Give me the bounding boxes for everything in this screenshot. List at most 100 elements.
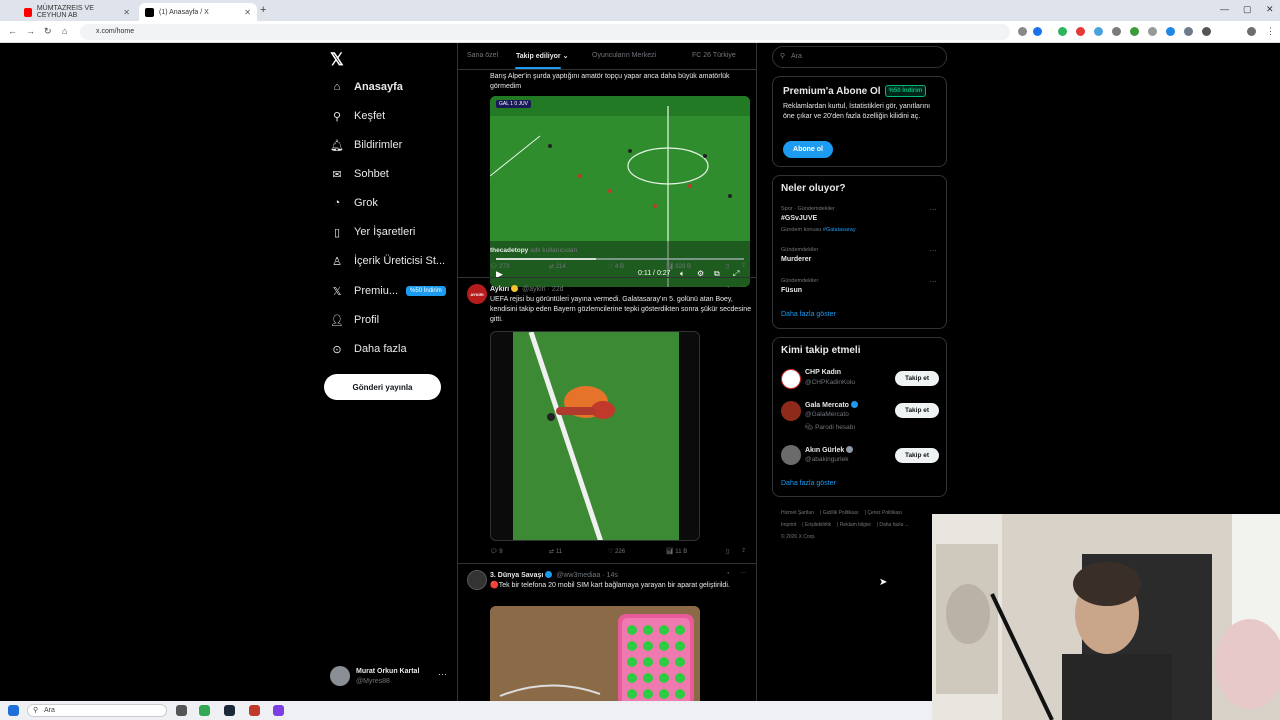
avatar[interactable] <box>781 445 801 465</box>
extension-icon[interactable] <box>1148 27 1157 36</box>
reply-button[interactable]: 💬︎ 9 <box>490 548 503 555</box>
share-icon[interactable]: ⇪ <box>741 547 746 554</box>
post-button[interactable]: Gönderi yayınla <box>324 374 441 400</box>
more-icon[interactable]: ··· <box>929 246 937 255</box>
more-icon[interactable]: ··· <box>740 570 746 576</box>
browser-tab-youtube[interactable]: MÜMTAZREIS VE CEYHUN AB ✕ <box>18 3 136 21</box>
chrome-icon[interactable] <box>199 705 210 716</box>
profile-avatar-icon[interactable] <box>1247 27 1256 36</box>
avatar[interactable] <box>467 570 487 590</box>
footer-link[interactable]: Gizlilik Politikası <box>823 510 859 516</box>
follow-name[interactable]: CHP Kadın <box>805 369 841 376</box>
extension-icon[interactable] <box>1130 27 1139 36</box>
browser-menu-icon[interactable]: ⋮ <box>1266 26 1275 37</box>
extension-icon[interactable] <box>1166 27 1175 36</box>
more-icon[interactable]: ··· <box>438 669 447 679</box>
sidebar-item-creator-studio[interactable]: ♙ İçerik Üreticisi St... <box>330 250 445 272</box>
home-icon[interactable]: ⌂ <box>62 26 67 36</box>
tab-fc26[interactable]: FC 26 Türkiye <box>692 52 736 59</box>
attribution-user[interactable]: thecadetopy <box>490 247 528 254</box>
tweet-image[interactable] <box>490 606 700 703</box>
trend-item-fusun[interactable]: Füsun <box>781 287 802 294</box>
new-tab-button[interactable]: + <box>260 4 266 16</box>
close-icon[interactable]: ✕ <box>123 8 130 17</box>
sidebar-item-explore[interactable]: ⚲ Keşfet <box>330 105 385 127</box>
sidebar-item-bookmarks[interactable]: ▯ Yer İşaretleri <box>330 221 415 243</box>
footer-link[interactable]: Çerez Politikası <box>867 510 902 516</box>
trend-item-gsvjuve[interactable]: #GSvJUVE <box>781 215 817 222</box>
repost-button[interactable]: ⇄ 11 <box>549 548 562 555</box>
minimize-icon[interactable]: — <box>1220 4 1229 14</box>
sidebar-item-more[interactable]: ⊙ Daha fazla <box>330 338 406 360</box>
close-icon[interactable]: ✕ <box>244 8 251 17</box>
follow-button[interactable]: Takip et <box>895 448 939 463</box>
close-window-icon[interactable]: ✕ <box>1266 4 1274 15</box>
trend-hashtag-link[interactable]: #Galatasaray <box>823 227 856 233</box>
tweet-author[interactable]: Aykırı @aykiri · 22d <box>490 285 564 293</box>
maximize-icon[interactable]: ▢ <box>1243 4 1252 15</box>
show-more-link[interactable]: Daha fazla göster <box>781 480 836 487</box>
sidebar-item-home[interactable]: ⌂ Anasayfa <box>330 76 403 98</box>
avatar[interactable] <box>781 369 801 389</box>
app-icon[interactable] <box>249 705 260 716</box>
account-switcher[interactable]: Murat Orkun Kartal @Myres88 ··· <box>330 666 450 690</box>
extension-icon[interactable] <box>1076 27 1085 36</box>
tab-players-hub[interactable]: Oyuncuların Merkezi <box>592 52 656 59</box>
grok-icon[interactable]: ◔ <box>726 571 730 577</box>
install-icon[interactable] <box>1018 27 1027 36</box>
footer-link[interactable]: Imprint <box>781 522 796 528</box>
extensions-puzzle-icon[interactable] <box>1202 27 1211 36</box>
sidebar-item-profile[interactable]: 👤︎ Profil <box>330 309 379 331</box>
tweet-video[interactable] <box>490 331 700 541</box>
follow-button[interactable]: Takip et <box>895 403 939 418</box>
sidebar-item-premium[interactable]: 𝕏 Premiu... %50 İndirim <box>330 280 446 302</box>
tab-for-you[interactable]: Sana özel <box>467 52 498 59</box>
tweet-video[interactable]: GAL 1 0 JUV ▶ 0:11 / 0:27 🔈︎ ⚙ ⧉ ⤢ <box>490 96 750 287</box>
like-button[interactable]: ♡ 226 <box>608 548 625 555</box>
search-input[interactable]: ⚲ Ara <box>772 46 947 68</box>
footer-link[interactable]: Hizmet Şartları <box>781 510 814 516</box>
back-icon[interactable]: ← <box>8 26 17 36</box>
more-icon[interactable]: ··· <box>929 205 937 214</box>
x-logo-icon[interactable]: 𝕏 <box>330 50 344 70</box>
footer-link[interactable]: Erişilebilirlik <box>805 522 831 528</box>
steam-icon[interactable] <box>224 705 235 716</box>
views-button[interactable]: 📊︎ 11 B <box>666 548 687 555</box>
bookmark-icon[interactable]: ▯ <box>726 548 729 555</box>
forward-icon[interactable]: → <box>26 26 35 36</box>
windows-start-icon[interactable] <box>8 705 19 716</box>
reload-icon[interactable]: ↻ <box>44 26 52 37</box>
task-view-icon[interactable] <box>176 705 187 716</box>
extension-icon[interactable] <box>1184 27 1193 36</box>
taskbar-search[interactable]: ⚲ Ara <box>27 704 167 717</box>
extension-icon[interactable] <box>1058 27 1067 36</box>
views-button[interactable]: 📊︎ 929 B <box>666 263 691 270</box>
sidebar-item-notifications[interactable]: 🔔︎ Bildirimler <box>330 134 402 156</box>
footer-link[interactable]: Reklam bilgisi <box>840 522 871 528</box>
extension-icon[interactable] <box>1112 27 1121 36</box>
bookmark-star-icon[interactable] <box>1033 27 1042 36</box>
show-more-link[interactable]: Daha fazla göster <box>781 311 836 318</box>
extension-icon[interactable] <box>1094 27 1103 36</box>
sidebar-item-grok[interactable]: ◔ Grok <box>330 192 378 214</box>
subscribe-button[interactable]: Abone ol <box>783 141 833 158</box>
footer-link[interactable]: Daha fazla ... <box>879 522 908 528</box>
reply-button[interactable]: 💬︎ 273 <box>490 263 509 270</box>
app-icon[interactable] <box>273 705 284 716</box>
avatar[interactable]: AYKIRI <box>467 284 487 304</box>
follow-button[interactable]: Takip et <box>895 371 939 386</box>
tweet-author[interactable]: 3. Dünya Savaşı @ww3mediaa · 14s <box>490 571 618 579</box>
like-button[interactable]: ♡ 4 B <box>608 263 624 270</box>
bookmark-icon[interactable]: ▯ <box>726 263 729 270</box>
more-icon[interactable]: ··· <box>740 284 746 290</box>
grok-icon[interactable]: ◔ <box>726 285 730 291</box>
share-icon[interactable]: ⇪ <box>741 262 746 269</box>
more-icon[interactable]: ··· <box>929 277 937 286</box>
play-icon[interactable]: ▶ <box>496 269 503 280</box>
trend-item-murderer[interactable]: Murderer <box>781 256 811 263</box>
url-field[interactable]: x.com/home <box>80 24 1010 40</box>
avatar[interactable] <box>781 401 801 421</box>
follow-name[interactable]: Gala Mercato <box>805 401 860 409</box>
repost-button[interactable]: ⇄ 214 <box>549 263 566 270</box>
browser-tab-x[interactable]: (1) Anasayfa / X ✕ <box>139 3 257 21</box>
